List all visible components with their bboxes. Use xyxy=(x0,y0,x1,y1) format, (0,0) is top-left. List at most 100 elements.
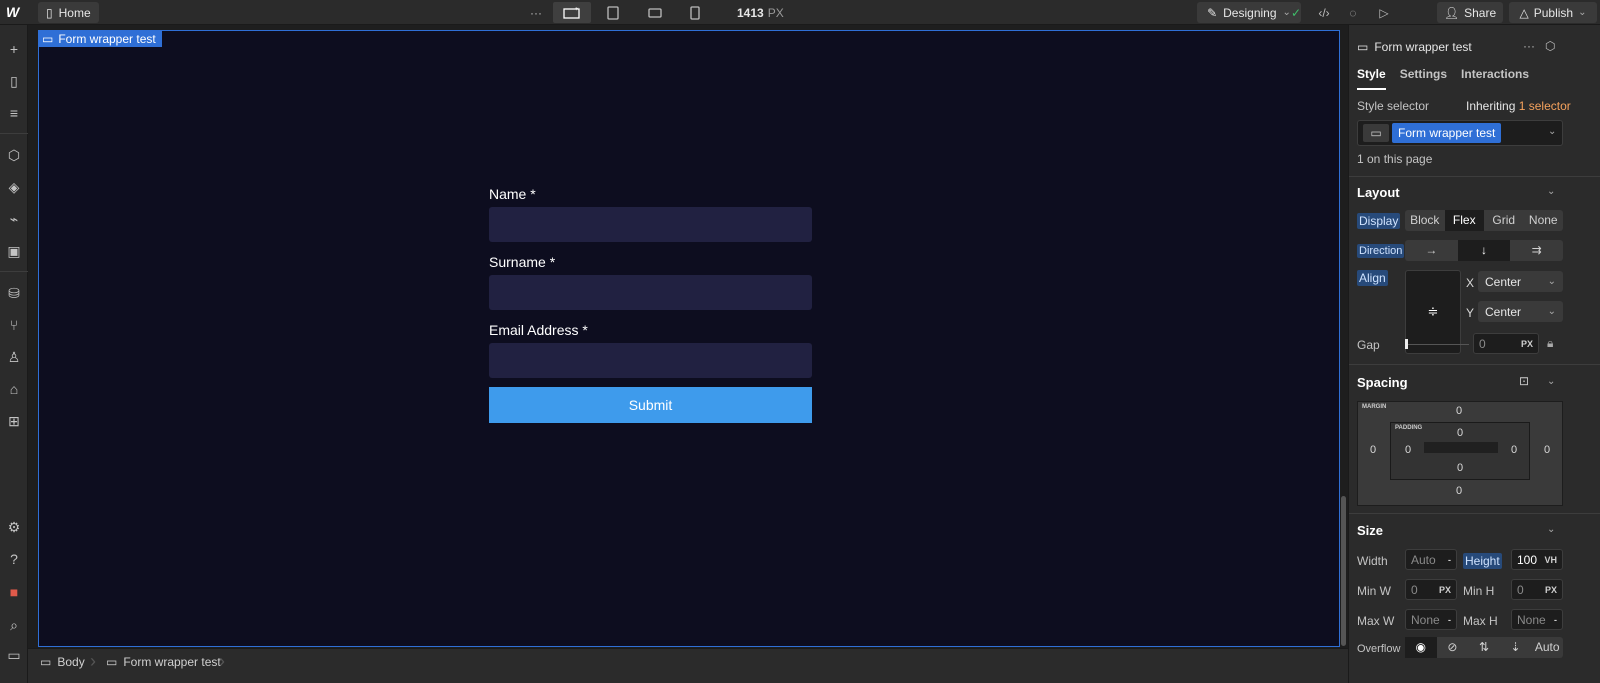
apps-icon[interactable]: ⊞ xyxy=(4,411,24,431)
gap-slider-track[interactable] xyxy=(1405,344,1469,345)
display-block-option[interactable]: Block xyxy=(1405,210,1445,231)
spacing-preset-icon[interactable]: ⊡ xyxy=(1519,374,1529,388)
display-grid-option[interactable]: Grid xyxy=(1484,210,1524,231)
chevron-down-icon[interactable]: ⌄ xyxy=(1547,376,1555,387)
navigator-icon[interactable]: ≡ xyxy=(4,103,24,123)
align-y-dropdown[interactable]: Center ⌄ xyxy=(1478,301,1563,322)
overflow-auto-option[interactable]: Auto xyxy=(1531,637,1563,658)
selector-count[interactable]: 1 selector xyxy=(1519,99,1571,113)
max-height-unit[interactable]: - xyxy=(1554,615,1557,625)
comment-icon[interactable]: ◌ xyxy=(1345,2,1361,23)
component-icon[interactable]: ⬡ xyxy=(1545,39,1555,53)
arrow-down-icon[interactable]: ↓ xyxy=(1457,240,1511,261)
display-none-option[interactable]: None xyxy=(1524,210,1564,231)
display-segmented-control[interactable]: Block Flex Grid None xyxy=(1405,210,1563,231)
code-icon[interactable]: ‹/› xyxy=(1316,2,1332,23)
selected-element-tag[interactable]: ▭ Form wrapper test xyxy=(38,30,162,47)
min-height-input[interactable]: 0 PX xyxy=(1511,579,1563,600)
page-selector-button[interactable]: ▯ Home xyxy=(38,2,99,23)
padding-left-value[interactable]: 0 xyxy=(1405,444,1411,456)
tab-interactions[interactable]: Interactions xyxy=(1461,67,1529,90)
mobile-landscape-breakpoint-icon[interactable] xyxy=(636,2,674,23)
settings-icon[interactable]: ⚙ xyxy=(4,517,24,537)
layout-section-title[interactable]: Layout xyxy=(1357,185,1400,200)
cms-database-icon[interactable]: ⛁ xyxy=(4,283,24,303)
gap-slider-handle[interactable] xyxy=(1405,339,1408,349)
publish-button[interactable]: △ Publish ⌄ xyxy=(1509,2,1597,23)
gap-unit[interactable]: PX xyxy=(1521,339,1533,349)
gap-input[interactable]: 0 PX xyxy=(1473,333,1539,354)
width-input[interactable]: Auto - xyxy=(1405,549,1457,570)
chevron-down-icon[interactable]: ⌄ xyxy=(1548,126,1556,137)
overflow-segmented-control[interactable]: ◉ ⊘ ⇅ ⇣ Auto xyxy=(1405,637,1563,658)
eye-off-icon[interactable]: ⊘ xyxy=(1437,637,1469,658)
height-input[interactable]: 100 VH xyxy=(1511,549,1563,570)
max-width-input[interactable]: None - xyxy=(1405,609,1457,630)
variables-icon[interactable]: ⌁ xyxy=(4,209,24,229)
lock-icon[interactable]: 🔒︎ xyxy=(1547,336,1553,351)
video-icon[interactable]: ▭ xyxy=(4,645,24,665)
align-grid-control[interactable]: ≑ xyxy=(1405,270,1461,354)
height-unit[interactable]: VH xyxy=(1544,555,1557,565)
add-icon[interactable]: + xyxy=(4,39,24,59)
margin-top-value[interactable]: 0 xyxy=(1456,405,1462,417)
surname-input[interactable] xyxy=(489,275,812,310)
selector-chip[interactable]: Form wrapper test xyxy=(1392,123,1502,143)
max-height-input[interactable]: None - xyxy=(1511,609,1563,630)
webflow-logo[interactable]: W xyxy=(6,4,19,20)
search-icon[interactable]: ⌕ xyxy=(4,615,24,635)
margin-right-value[interactable]: 0 xyxy=(1544,444,1550,456)
help-icon[interactable]: ? xyxy=(4,549,24,569)
scroll-icon[interactable]: ⇅ xyxy=(1468,637,1500,658)
spacing-section-title[interactable]: Spacing xyxy=(1357,375,1408,390)
desktop-breakpoint-icon[interactable]: * xyxy=(553,2,591,23)
tablet-breakpoint-icon[interactable] xyxy=(594,2,632,23)
pages-icon[interactable]: ▯ xyxy=(4,71,24,91)
tab-settings[interactable]: Settings xyxy=(1400,67,1447,90)
divider xyxy=(1349,364,1600,365)
width-unit[interactable]: - xyxy=(1448,555,1451,565)
breadcrumb-item-form-wrapper[interactable]: ▭ Form wrapper test xyxy=(106,655,221,669)
align-x-dropdown[interactable]: Center ⌄ xyxy=(1478,271,1563,292)
share-button[interactable]: 👤︎ Share xyxy=(1437,2,1503,23)
eye-icon[interactable]: ◉ xyxy=(1405,637,1437,658)
more-options-icon[interactable]: ··· xyxy=(528,2,544,23)
max-width-unit[interactable]: - xyxy=(1448,615,1451,625)
email-input[interactable] xyxy=(489,343,812,378)
direction-segmented-control[interactable]: → ↓ ⇉ xyxy=(1405,240,1563,261)
check-circle-icon[interactable]: ✓ xyxy=(1288,2,1304,23)
min-height-unit[interactable]: PX xyxy=(1545,585,1557,595)
arrow-right-icon[interactable]: → xyxy=(1405,240,1458,261)
users-icon[interactable]: ♙ xyxy=(4,347,24,367)
wrap-icon[interactable]: ⇉ xyxy=(1510,240,1563,261)
record-icon[interactable]: ■ xyxy=(4,582,24,602)
min-width-input[interactable]: 0 PX xyxy=(1405,579,1457,600)
chevron-down-icon[interactable]: ⌄ xyxy=(1547,186,1555,197)
size-section-title[interactable]: Size xyxy=(1357,523,1383,538)
name-input[interactable] xyxy=(489,207,812,242)
assets-icon[interactable]: ▣ xyxy=(4,241,24,261)
canvas-scrollbar[interactable] xyxy=(1341,496,1346,646)
preview-play-icon[interactable]: ▷ xyxy=(1376,2,1392,23)
ecommerce-icon[interactable]: ⌂ xyxy=(4,379,24,399)
canvas-width-value: 1413 xyxy=(737,6,764,20)
clip-icon[interactable]: ⇣ xyxy=(1500,637,1532,658)
margin-left-value[interactable]: 0 xyxy=(1370,444,1376,456)
style-selector-field[interactable]: ▭ Form wrapper test ⌄ xyxy=(1357,120,1563,146)
padding-right-value[interactable]: 0 xyxy=(1511,444,1517,456)
logic-icon[interactable]: ⑂ xyxy=(4,315,24,335)
tab-style[interactable]: Style xyxy=(1357,67,1386,90)
style-selectors-icon[interactable]: ◈ xyxy=(4,177,24,197)
margin-bottom-value[interactable]: 0 xyxy=(1456,485,1462,497)
mobile-portrait-breakpoint-icon[interactable] xyxy=(676,2,714,23)
display-flex-option[interactable]: Flex xyxy=(1444,210,1484,231)
padding-top-value[interactable]: 0 xyxy=(1457,427,1463,439)
min-width-unit[interactable]: PX xyxy=(1439,585,1451,595)
more-options-icon[interactable]: ··· xyxy=(1523,39,1535,53)
chevron-down-icon[interactable]: ⌄ xyxy=(1547,524,1555,535)
padding-bottom-value[interactable]: 0 xyxy=(1457,462,1463,474)
submit-button[interactable]: Submit xyxy=(489,387,812,423)
components-icon[interactable]: ⬡ xyxy=(4,145,24,165)
breadcrumb-item-body[interactable]: ▭ Body xyxy=(40,655,85,669)
mode-dropdown[interactable]: ✎ Designing ⌄ xyxy=(1197,2,1301,23)
